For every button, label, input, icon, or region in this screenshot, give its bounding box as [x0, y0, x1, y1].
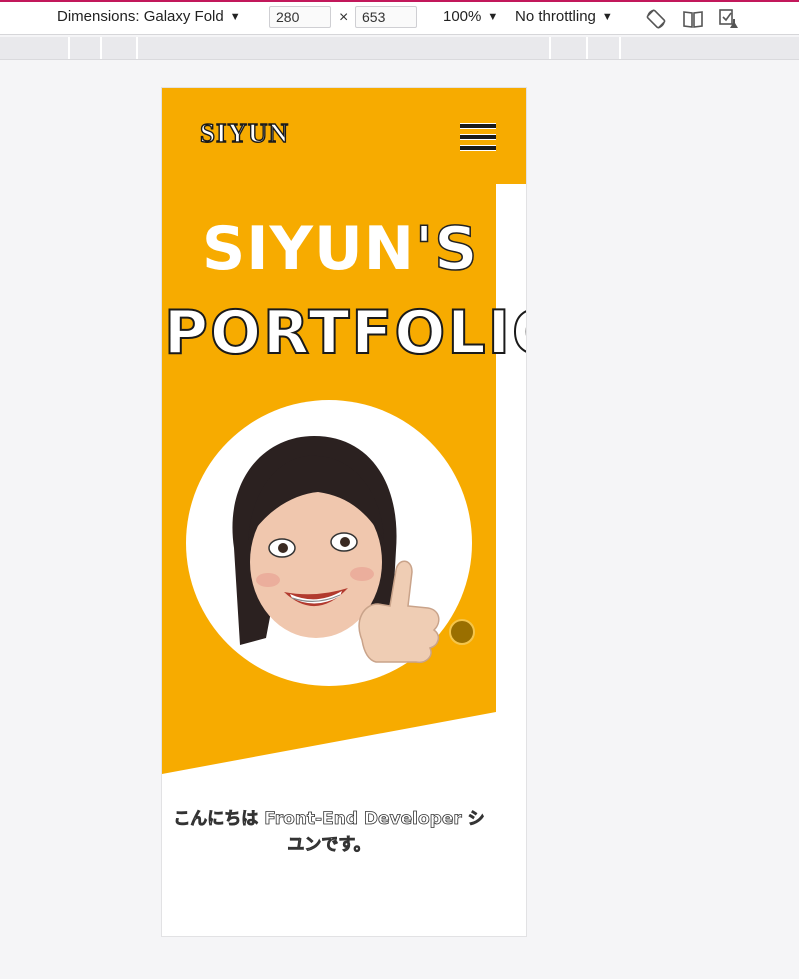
zoom-dropdown[interactable]: 100% ▼	[443, 8, 498, 25]
chevron-down-icon: ▼	[229, 10, 241, 23]
dimensions-label: Dimensions: Galaxy Fold	[57, 8, 224, 25]
site-logo[interactable]: SIYUN	[199, 117, 289, 149]
zoom-label: 100%	[443, 8, 482, 25]
rotate-icon[interactable]	[645, 8, 667, 30]
hero-title-name: SIYUN	[202, 214, 415, 284]
hero-title-line1: SIYUN'S	[202, 213, 479, 285]
device-posture-icon[interactable]	[718, 8, 740, 30]
height-input[interactable]	[355, 6, 417, 28]
ruler-segment[interactable]	[100, 37, 102, 59]
chevron-down-icon: ▼	[601, 10, 613, 23]
scroll-indicator-dot[interactable]	[449, 619, 475, 645]
times-symbol: ×	[339, 9, 349, 26]
media-query-ruler	[0, 37, 799, 60]
hero-title-line2: PORTFOLIO	[163, 297, 526, 369]
device-toolbar: Dimensions: Galaxy Fold ▼ × 100% ▼ No th…	[0, 2, 799, 35]
intro-line2: ユンです。	[287, 835, 371, 856]
dual-screen-icon[interactable]	[682, 8, 704, 30]
dimensions-dropdown[interactable]: Dimensions: Galaxy Fold ▼	[57, 8, 241, 25]
ruler-segment[interactable]	[586, 37, 588, 59]
ruler-segment[interactable]	[68, 37, 70, 59]
width-input[interactable]	[269, 6, 331, 28]
hero-title-apostrophe: 'S	[414, 213, 479, 285]
throttling-label: No throttling	[515, 8, 596, 25]
intro-text: こんにちは Front-End Developer シ ユンです。	[162, 806, 496, 858]
throttling-dropdown[interactable]: No throttling ▼	[515, 8, 613, 25]
memoji-avatar-image	[186, 400, 472, 686]
ruler-segment[interactable]	[136, 37, 138, 59]
device-viewport: SIYUN SIYUN'S PORTFOLIO こんにちは Front-End …	[162, 88, 526, 936]
chevron-down-icon: ▼	[487, 10, 499, 23]
ruler-segment[interactable]	[619, 37, 621, 59]
hamburger-menu-icon[interactable]	[460, 123, 496, 151]
ruler-segment[interactable]	[549, 37, 551, 59]
intro-line1: こんにちは Front-End Developer シ	[173, 809, 485, 830]
